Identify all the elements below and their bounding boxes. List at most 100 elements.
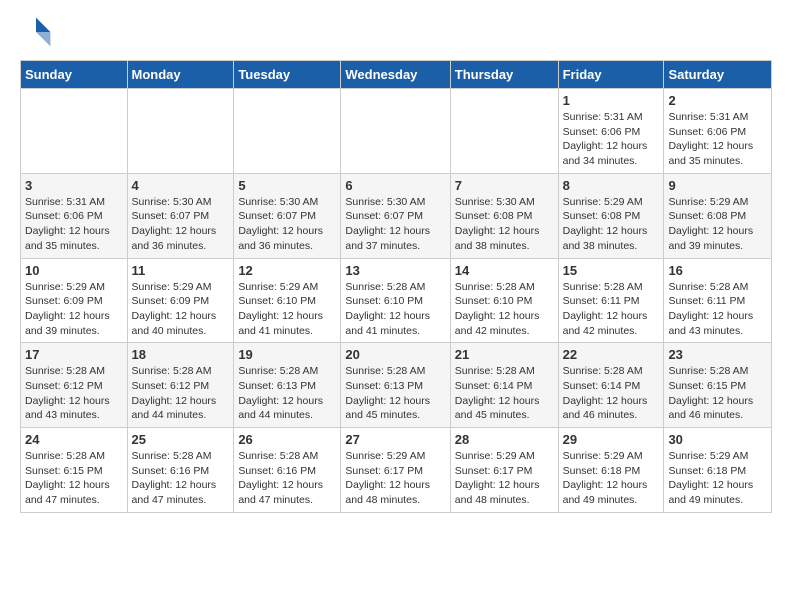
calendar-cell: 1 Sunrise: 5:31 AM Sunset: 6:06 PM Daylig…	[558, 89, 664, 174]
day-info: Sunrise: 5:28 AM Sunset: 6:12 PM Dayligh…	[25, 364, 123, 423]
logo-icon	[20, 16, 52, 48]
day-info: Sunrise: 5:30 AM Sunset: 6:08 PM Dayligh…	[455, 195, 554, 254]
day-info: Sunrise: 5:30 AM Sunset: 6:07 PM Dayligh…	[238, 195, 336, 254]
weekday-header: Thursday	[450, 61, 558, 89]
day-number: 26	[238, 432, 336, 447]
weekday-header-row: SundayMondayTuesdayWednesdayThursdayFrid…	[21, 61, 772, 89]
calendar-cell: 12 Sunrise: 5:29 AM Sunset: 6:10 PM Dayli…	[234, 258, 341, 343]
day-info: Sunrise: 5:28 AM Sunset: 6:13 PM Dayligh…	[238, 364, 336, 423]
day-number: 16	[668, 263, 767, 278]
calendar-cell: 26 Sunrise: 5:28 AM Sunset: 6:16 PM Dayli…	[234, 428, 341, 513]
calendar-cell: 17 Sunrise: 5:28 AM Sunset: 6:12 PM Dayli…	[21, 343, 128, 428]
calendar-cell: 23 Sunrise: 5:28 AM Sunset: 6:15 PM Dayli…	[664, 343, 772, 428]
calendar-cell: 14 Sunrise: 5:28 AM Sunset: 6:10 PM Dayli…	[450, 258, 558, 343]
weekday-header: Wednesday	[341, 61, 450, 89]
day-info: Sunrise: 5:30 AM Sunset: 6:07 PM Dayligh…	[345, 195, 445, 254]
day-info: Sunrise: 5:31 AM Sunset: 6:06 PM Dayligh…	[668, 110, 767, 169]
calendar-cell: 25 Sunrise: 5:28 AM Sunset: 6:16 PM Dayli…	[127, 428, 234, 513]
day-number: 17	[25, 347, 123, 362]
calendar-week-row: 17 Sunrise: 5:28 AM Sunset: 6:12 PM Dayli…	[21, 343, 772, 428]
day-info: Sunrise: 5:28 AM Sunset: 6:10 PM Dayligh…	[345, 280, 445, 339]
day-number: 29	[563, 432, 660, 447]
weekday-header: Sunday	[21, 61, 128, 89]
calendar-cell: 7 Sunrise: 5:30 AM Sunset: 6:08 PM Daylig…	[450, 173, 558, 258]
day-info: Sunrise: 5:28 AM Sunset: 6:16 PM Dayligh…	[238, 449, 336, 508]
day-number: 3	[25, 178, 123, 193]
calendar-cell	[450, 89, 558, 174]
day-number: 1	[563, 93, 660, 108]
calendar-table: SundayMondayTuesdayWednesdayThursdayFrid…	[20, 60, 772, 513]
calendar-cell: 5 Sunrise: 5:30 AM Sunset: 6:07 PM Daylig…	[234, 173, 341, 258]
day-number: 12	[238, 263, 336, 278]
day-number: 20	[345, 347, 445, 362]
logo	[20, 16, 56, 48]
calendar-cell	[21, 89, 128, 174]
calendar-cell: 18Sunrise: 5:28 AM Sunset: 6:12 PM Dayli…	[127, 343, 234, 428]
day-number: 18	[132, 347, 230, 362]
day-info: Sunrise: 5:28 AM Sunset: 6:10 PM Dayligh…	[455, 280, 554, 339]
calendar-cell: 29 Sunrise: 5:29 AM Sunset: 6:18 PM Dayli…	[558, 428, 664, 513]
calendar-cell: 19 Sunrise: 5:28 AM Sunset: 6:13 PM Dayli…	[234, 343, 341, 428]
day-number: 28	[455, 432, 554, 447]
day-info: Sunrise: 5:31 AM Sunset: 6:06 PM Dayligh…	[25, 195, 123, 254]
day-number: 9	[668, 178, 767, 193]
day-info: Sunrise: 5:29 AM Sunset: 6:09 PM Dayligh…	[132, 280, 230, 339]
day-number: 27	[345, 432, 445, 447]
day-info: Sunrise: 5:29 AM Sunset: 6:18 PM Dayligh…	[563, 449, 660, 508]
weekday-header: Saturday	[664, 61, 772, 89]
day-info: Sunrise: 5:28 AM Sunset: 6:14 PM Dayligh…	[455, 364, 554, 423]
calendar-cell: 2 Sunrise: 5:31 AM Sunset: 6:06 PM Daylig…	[664, 89, 772, 174]
calendar-cell: 13 Sunrise: 5:28 AM Sunset: 6:10 PM Dayli…	[341, 258, 450, 343]
day-number: 4	[132, 178, 230, 193]
calendar-cell: 24 Sunrise: 5:28 AM Sunset: 6:15 PM Dayli…	[21, 428, 128, 513]
calendar-cell: 4 Sunrise: 5:30 AM Sunset: 6:07 PM Daylig…	[127, 173, 234, 258]
calendar-cell: 11 Sunrise: 5:29 AM Sunset: 6:09 PM Dayli…	[127, 258, 234, 343]
weekday-header: Friday	[558, 61, 664, 89]
calendar-cell: 20Sunrise: 5:28 AM Sunset: 6:13 PM Dayli…	[341, 343, 450, 428]
day-number: 25	[132, 432, 230, 447]
day-number: 21	[455, 347, 554, 362]
calendar-cell: 16 Sunrise: 5:28 AM Sunset: 6:11 PM Dayli…	[664, 258, 772, 343]
day-info: Sunrise: 5:28 AM Sunset: 6:11 PM Dayligh…	[563, 280, 660, 339]
calendar-cell: 15Sunrise: 5:28 AM Sunset: 6:11 PM Dayli…	[558, 258, 664, 343]
calendar-cell: 3 Sunrise: 5:31 AM Sunset: 6:06 PM Daylig…	[21, 173, 128, 258]
day-number: 24	[25, 432, 123, 447]
day-info: Sunrise: 5:28 AM Sunset: 6:16 PM Dayligh…	[132, 449, 230, 508]
day-info: Sunrise: 5:30 AM Sunset: 6:07 PM Dayligh…	[132, 195, 230, 254]
day-info: Sunrise: 5:28 AM Sunset: 6:15 PM Dayligh…	[25, 449, 123, 508]
day-number: 14	[455, 263, 554, 278]
day-info: Sunrise: 5:29 AM Sunset: 6:08 PM Dayligh…	[563, 195, 660, 254]
day-number: 5	[238, 178, 336, 193]
header	[20, 16, 772, 48]
day-number: 11	[132, 263, 230, 278]
calendar-week-row: 3 Sunrise: 5:31 AM Sunset: 6:06 PM Daylig…	[21, 173, 772, 258]
calendar-cell: 21 Sunrise: 5:28 AM Sunset: 6:14 PM Dayli…	[450, 343, 558, 428]
day-info: Sunrise: 5:29 AM Sunset: 6:10 PM Dayligh…	[238, 280, 336, 339]
day-number: 2	[668, 93, 767, 108]
calendar-cell	[341, 89, 450, 174]
calendar-cell: 30Sunrise: 5:29 AM Sunset: 6:18 PM Dayli…	[664, 428, 772, 513]
calendar-cell: 22 Sunrise: 5:28 AM Sunset: 6:14 PM Dayli…	[558, 343, 664, 428]
weekday-header: Monday	[127, 61, 234, 89]
calendar-cell	[234, 89, 341, 174]
day-info: Sunrise: 5:28 AM Sunset: 6:14 PM Dayligh…	[563, 364, 660, 423]
day-number: 23	[668, 347, 767, 362]
day-number: 6	[345, 178, 445, 193]
calendar-cell: 9 Sunrise: 5:29 AM Sunset: 6:08 PM Daylig…	[664, 173, 772, 258]
calendar-week-row: 24 Sunrise: 5:28 AM Sunset: 6:15 PM Dayli…	[21, 428, 772, 513]
day-info: Sunrise: 5:29 AM Sunset: 6:08 PM Dayligh…	[668, 195, 767, 254]
day-number: 22	[563, 347, 660, 362]
day-info: Sunrise: 5:28 AM Sunset: 6:15 PM Dayligh…	[668, 364, 767, 423]
day-number: 7	[455, 178, 554, 193]
day-info: Sunrise: 5:28 AM Sunset: 6:11 PM Dayligh…	[668, 280, 767, 339]
calendar-week-row: 1 Sunrise: 5:31 AM Sunset: 6:06 PM Daylig…	[21, 89, 772, 174]
day-info: Sunrise: 5:29 AM Sunset: 6:18 PM Dayligh…	[668, 449, 767, 508]
calendar-cell: 27Sunrise: 5:29 AM Sunset: 6:17 PM Dayli…	[341, 428, 450, 513]
day-number: 19	[238, 347, 336, 362]
calendar-cell: 28Sunrise: 5:29 AM Sunset: 6:17 PM Dayli…	[450, 428, 558, 513]
day-number: 8	[563, 178, 660, 193]
calendar-cell: 8 Sunrise: 5:29 AM Sunset: 6:08 PM Daylig…	[558, 173, 664, 258]
day-info: Sunrise: 5:31 AM Sunset: 6:06 PM Dayligh…	[563, 110, 660, 169]
page-container: SundayMondayTuesdayWednesdayThursdayFrid…	[0, 0, 792, 529]
day-number: 13	[345, 263, 445, 278]
